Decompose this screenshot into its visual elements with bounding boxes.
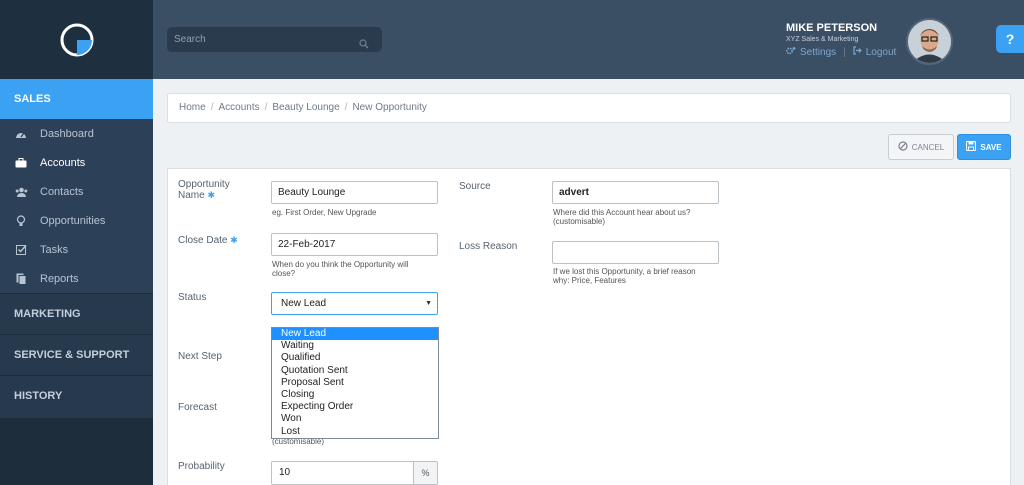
breadcrumb-accounts[interactable]: Accounts [218, 102, 259, 113]
user-company: XYZ Sales & Marketing [786, 36, 859, 43]
status-option[interactable]: Quotation Sent [272, 365, 438, 377]
opportunity-name-help: eg. First Order, New Upgrade [272, 208, 377, 217]
reports-icon [14, 273, 28, 285]
status-option[interactable]: Won [272, 413, 438, 425]
sales-nav-list: Dashboard Accounts Contacts Opportunitie… [0, 119, 153, 293]
help-line: close? [272, 269, 296, 278]
search-icon[interactable] [359, 34, 369, 59]
status-option[interactable]: New Lead [272, 328, 438, 341]
briefcase-icon [14, 157, 28, 169]
close-date-help: When do you think the Opportunity will c… [272, 260, 409, 278]
sidebar-item-tasks[interactable]: Tasks [0, 235, 153, 264]
link-separator: | [843, 46, 846, 58]
search-placeholder: Search [174, 34, 206, 45]
breadcrumb-current: New Opportunity [352, 102, 427, 113]
sidebar-item-opportunities[interactable]: Opportunities [0, 206, 153, 235]
nav-section-sales[interactable]: SALES [0, 79, 153, 119]
users-icon [14, 186, 28, 198]
search-input[interactable]: Search [167, 27, 382, 52]
sidebar: SALES Dashboard Accounts Contacts Opport… [0, 0, 153, 485]
logo-area [0, 0, 153, 79]
opportunity-name-field[interactable]: Beauty Lounge [271, 181, 438, 204]
help-line: If we lost this Opportunity, a brief rea… [553, 267, 696, 276]
breadcrumb-account[interactable]: Beauty Lounge [272, 102, 339, 113]
help-line: Where did this Account hear about us? [553, 208, 691, 217]
status-option[interactable]: Lost [272, 426, 438, 438]
source-field[interactable]: advert [552, 181, 719, 204]
loss-reason-field[interactable] [552, 241, 719, 264]
dashboard-icon [14, 128, 28, 140]
sidebar-item-contacts[interactable]: Contacts [0, 177, 153, 206]
save-button[interactable]: SAVE [957, 134, 1011, 160]
status-option[interactable]: Waiting [272, 340, 438, 352]
next-step-label: Next Step [178, 351, 222, 362]
cancel-icon [898, 141, 908, 153]
loss-reason-label: Loss Reason [459, 241, 518, 252]
probability-value: 10 [279, 467, 291, 478]
logout-link[interactable]: Logout [866, 47, 897, 58]
status-option[interactable]: Qualified [272, 352, 438, 364]
breadcrumb-home[interactable]: Home [179, 102, 206, 113]
forecast-label: Forecast [178, 402, 217, 413]
nav-section-service-support[interactable]: SERVICE & SUPPORT [0, 334, 153, 375]
help-button[interactable]: ? [996, 25, 1024, 53]
opportunity-name-label: Opportunity Name ✱ [178, 180, 230, 201]
label-line: Opportunity [178, 179, 230, 190]
nav-section-history[interactable]: HISTORY [0, 375, 153, 416]
probability-field[interactable]: 10 % [271, 461, 438, 485]
caret-down-icon: ▼ [425, 300, 432, 307]
help-line: (customisable) [553, 217, 606, 226]
sidebar-item-dashboard[interactable]: Dashboard [0, 119, 153, 148]
label-text: Close Date [178, 235, 228, 246]
sidebar-item-label: Opportunities [40, 214, 106, 227]
status-select[interactable]: New Lead ▼ [271, 292, 438, 315]
status-label: Status [178, 292, 207, 303]
cancel-button[interactable]: CANCEL [888, 134, 954, 160]
close-date-field[interactable]: 22-Feb-2017 [271, 233, 438, 256]
lightbulb-icon [14, 214, 28, 227]
sidebar-item-label: Accounts [40, 156, 86, 169]
status-option[interactable]: Closing [272, 389, 438, 401]
percent-addon: % [413, 462, 437, 484]
save-icon [966, 140, 977, 153]
user-name: MIKE PETERSON [786, 22, 878, 34]
loss-reason-help: If we lost this Opportunity, a brief rea… [553, 267, 696, 285]
label-line: Name [178, 190, 205, 201]
source-help: Where did this Account hear about us? (c… [553, 208, 690, 226]
sidebar-item-label: Dashboard [40, 127, 94, 140]
sidebar-item-label: Reports [40, 272, 79, 285]
avatar[interactable] [906, 18, 953, 65]
settings-link[interactable]: Settings [800, 47, 836, 58]
sidebar-item-label: Tasks [40, 243, 69, 256]
status-dropdown-list: New Lead Waiting Qualified Quotation Sen… [271, 327, 439, 439]
breadcrumb-separator: / [344, 102, 348, 113]
breadcrumb: Home / Accounts / Beauty Lounge / New Opportun… [167, 93, 1011, 123]
required-icon: ✱ [230, 235, 238, 245]
checkbox-icon [14, 244, 28, 256]
gear-icon [786, 46, 796, 58]
probability-label: Probability [178, 461, 225, 472]
user-links: Settings | Logout [786, 46, 896, 58]
top-header: Search MIKE PETERSON XYZ Sales & Marketi… [153, 0, 1024, 79]
nav-section-marketing[interactable]: MARKETING [0, 293, 153, 334]
sidebar-item-reports[interactable]: Reports [0, 264, 153, 293]
help-line: why: Price, Features [553, 276, 626, 285]
cancel-label: CANCEL [911, 142, 945, 152]
app-logo[interactable] [59, 22, 95, 58]
breadcrumb-separator: / [210, 102, 214, 113]
save-label: SAVE [980, 142, 1002, 152]
status-option[interactable]: Proposal Sent [272, 377, 438, 389]
breadcrumb-separator: / [264, 102, 268, 113]
source-label: Source [459, 181, 491, 192]
help-line: When do you think the Opportunity will [272, 260, 409, 269]
required-icon: ✱ [207, 190, 216, 200]
status-option[interactable]: Expecting Order [272, 401, 438, 413]
sidebar-item-accounts[interactable]: Accounts [0, 148, 153, 177]
sidebar-item-label: Contacts [40, 185, 84, 198]
sidebar-footer [0, 418, 153, 485]
close-date-label: Close Date ✱ [178, 235, 238, 246]
logout-icon [853, 46, 862, 58]
status-selected-value: New Lead [281, 298, 327, 309]
